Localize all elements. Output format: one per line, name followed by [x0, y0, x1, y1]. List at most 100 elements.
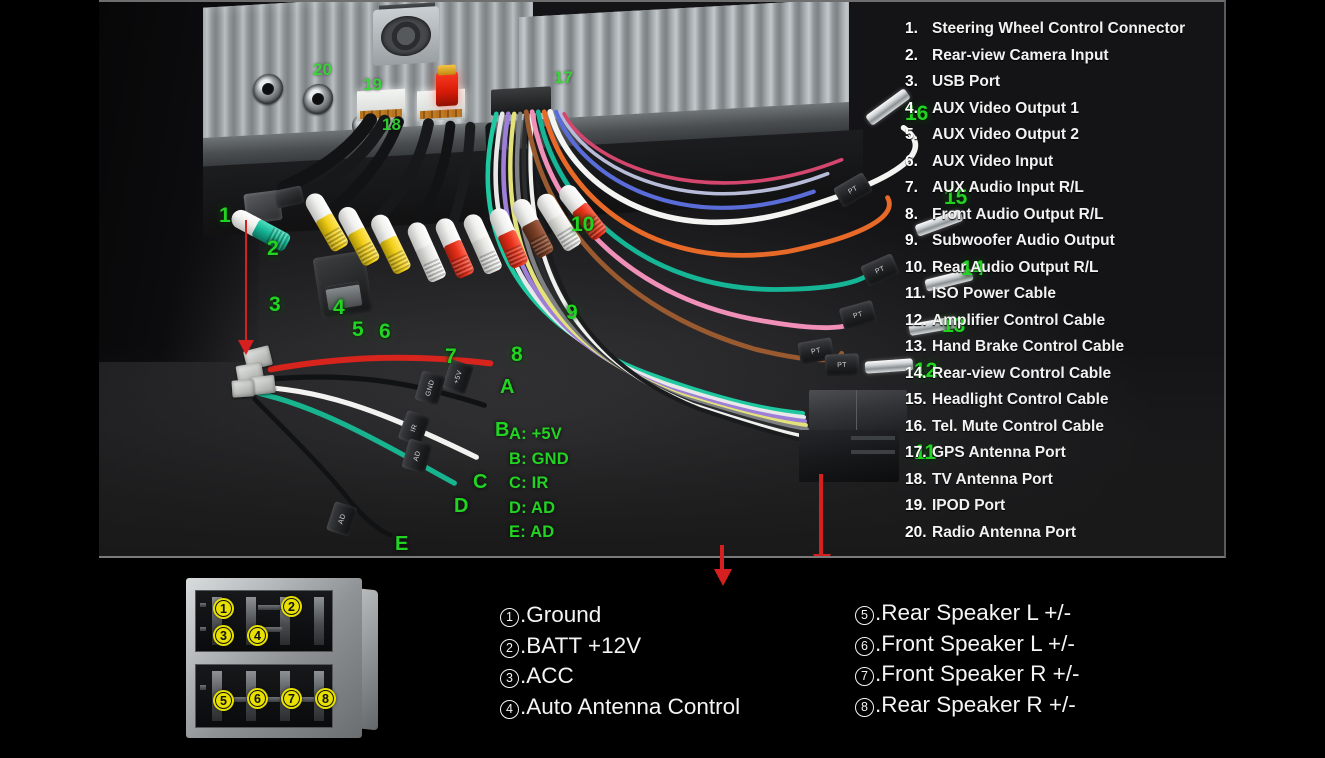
- legend-row: 17. GPS Antenna Port: [905, 444, 1225, 471]
- legend-row: 16. Tel. Mute Control Cable: [905, 418, 1225, 445]
- legend-row-index: 19.: [905, 497, 927, 514]
- connector-pin-label: 7: [288, 691, 295, 706]
- legend-row-label: Steering Wheel Control Connector: [932, 20, 1186, 37]
- callout-number-18: 18: [382, 115, 401, 134]
- legend-row: 8. Front Audio Output R/L: [905, 206, 1225, 233]
- connector-pin-5: 5: [213, 690, 234, 711]
- pinout-circle-number: 4: [500, 699, 519, 719]
- legend-row-index: 13.: [905, 338, 927, 355]
- legend-row-label: AUX Audio Input R/L: [932, 179, 1084, 196]
- legend-row-label: Headlight Control Cable: [932, 391, 1109, 408]
- wire-tag-label: AD: [337, 512, 347, 526]
- pinout-label: .Rear Speaker L +/-: [875, 600, 1072, 625]
- legend-row-label: Rear-view Control Cable: [932, 364, 1112, 382]
- connector-pin-label: 3: [220, 628, 227, 643]
- connector-pin-1: 1: [213, 598, 234, 619]
- legend-row-label: USB Port: [932, 73, 1001, 90]
- pinout-label: .BATT +12V: [520, 632, 642, 658]
- pinout-label: .Auto Antenna Control: [520, 693, 741, 719]
- connector-pin-label: 5: [220, 693, 227, 708]
- connector-pin-2: 2: [281, 596, 302, 617]
- letter-legend-row: A: +5V: [509, 425, 563, 443]
- letter-legend-row: E: AD: [509, 523, 555, 541]
- callout-number-8: 8: [511, 343, 523, 366]
- wire-tag-label: AD: [412, 449, 422, 463]
- legend-row: 12. Amplifier Control Cable: [905, 312, 1225, 339]
- callout-number-2: 2: [267, 237, 279, 260]
- legend-row-label: Rear Audio Output R/L: [932, 258, 1099, 276]
- pinout-circle-number: 8: [855, 697, 874, 717]
- legend-row-index: 6.: [905, 152, 918, 170]
- wire-tag-label: GND: [424, 378, 436, 398]
- callout-letter-C: C: [473, 471, 488, 493]
- legend-row-label: AUX Video Input: [932, 152, 1054, 170]
- pinout-circle-number: 5: [855, 606, 874, 625]
- diagram-root: PT PT PT PT PT +5V GND IR AD AD 1 2 3 4 5 6 7 8 9 10 1…: [0, 0, 1325, 758]
- numbered-legend-list: 1. Steering Wheel Control Connector 2. Rear…: [905, 20, 1225, 550]
- legend-row: 20. Radio Antenna Port: [905, 524, 1225, 551]
- iso-connector-pinout-photo: 1 2 3 4 5 6 7 8: [186, 578, 378, 746]
- legend-row: 9. Subwoofer Audio Output: [905, 232, 1225, 259]
- callout-letter-D: D: [454, 495, 469, 517]
- letter-legend-row: D: AD: [509, 498, 556, 517]
- pinout-row: 6 .Front Speaker L +/-: [855, 629, 1079, 660]
- legend-row: 18. TV Antenna Port: [905, 471, 1225, 498]
- legend-row-index: 18.: [905, 470, 927, 488]
- legend-row-label: Front Audio Output R/L: [932, 205, 1104, 223]
- connector-pin-label: 2: [288, 599, 295, 614]
- legend-row: 11. ISO Power Cable: [905, 285, 1225, 312]
- legend-row-index: 4.: [905, 99, 918, 117]
- sleeve-amplifier: PT: [824, 353, 860, 377]
- pinout-circle-number: 1: [500, 608, 519, 627]
- legend-row: 13. Hand Brake Control Cable: [905, 338, 1225, 365]
- legend-row-index: 10.: [905, 258, 927, 276]
- callout-number-20: 20: [313, 60, 332, 79]
- legend-row-index: 2.: [905, 46, 918, 64]
- legend-row: 15. Headlight Control Cable: [905, 391, 1225, 418]
- legend-row-index: 1.: [905, 20, 918, 37]
- letter-legend: A: +5V B: GND C: IR D: AD E: AD: [509, 422, 569, 545]
- connector-pin-label: 1: [220, 601, 227, 616]
- legend-row-index: 7.: [905, 179, 918, 196]
- callout-number-1: 1: [219, 204, 231, 227]
- legend-row: 6. AUX Video Input: [905, 153, 1225, 180]
- connector-pin-3: 3: [213, 625, 234, 646]
- legend-row: 4. AUX Video Output 1: [905, 100, 1225, 127]
- callout-number-17: 17: [554, 68, 573, 87]
- connector-pin-6: 6: [247, 688, 268, 709]
- pinout-row: 5 .Rear Speaker L +/-: [855, 598, 1079, 629]
- pinout-row: 4 .Auto Antenna Control: [500, 692, 740, 723]
- legend-row: 5. AUX Video Output 2: [905, 126, 1225, 153]
- pinout-row: 8 .Rear Speaker R +/-: [855, 690, 1079, 721]
- callout-number-4: 4: [333, 296, 345, 319]
- legend-row-index: 11.: [905, 285, 926, 302]
- legend-row: 2. Rear-view Camera Input: [905, 47, 1225, 74]
- legend-row-index: 12.: [905, 311, 927, 329]
- legend-row-index: 14.: [905, 364, 927, 382]
- connector-pin-label: 8: [322, 691, 329, 706]
- legend-row: 3. USB Port: [905, 73, 1225, 100]
- legend-row: 1. Steering Wheel Control Connector: [905, 20, 1225, 47]
- pinout-label: .Rear Speaker R +/-: [875, 691, 1076, 717]
- legend-row-index: 8.: [905, 205, 918, 223]
- aux-housing-4: [231, 379, 255, 398]
- legend-row-label: AUX Video Output 1: [932, 99, 1079, 117]
- callout-letter-B: B: [495, 419, 510, 441]
- legend-row-index: 3.: [905, 73, 918, 90]
- pinout-row: 1 .Ground: [500, 600, 740, 631]
- connector-pin-label: 4: [254, 628, 261, 643]
- callout-number-5: 5: [352, 318, 364, 341]
- legend-row-index: 20.: [905, 523, 927, 541]
- callout-letter-A: A: [500, 376, 515, 398]
- legend-row-label: AUX Video Output 2: [932, 126, 1079, 143]
- callout-number-3: 3: [269, 293, 281, 316]
- iso-power-connector: [799, 390, 907, 482]
- connector-pin-4: 4: [247, 625, 268, 646]
- legend-row-index: 9.: [905, 232, 918, 249]
- legend-row-label: Hand Brake Control Cable: [932, 338, 1125, 355]
- letter-legend-row: B: GND: [509, 449, 569, 468]
- connector-pin-7: 7: [281, 688, 302, 709]
- callout-number-9: 9: [566, 301, 578, 324]
- legend-row-label: Radio Antenna Port: [932, 523, 1077, 541]
- legend-row: 19. IPOD Port: [905, 497, 1225, 524]
